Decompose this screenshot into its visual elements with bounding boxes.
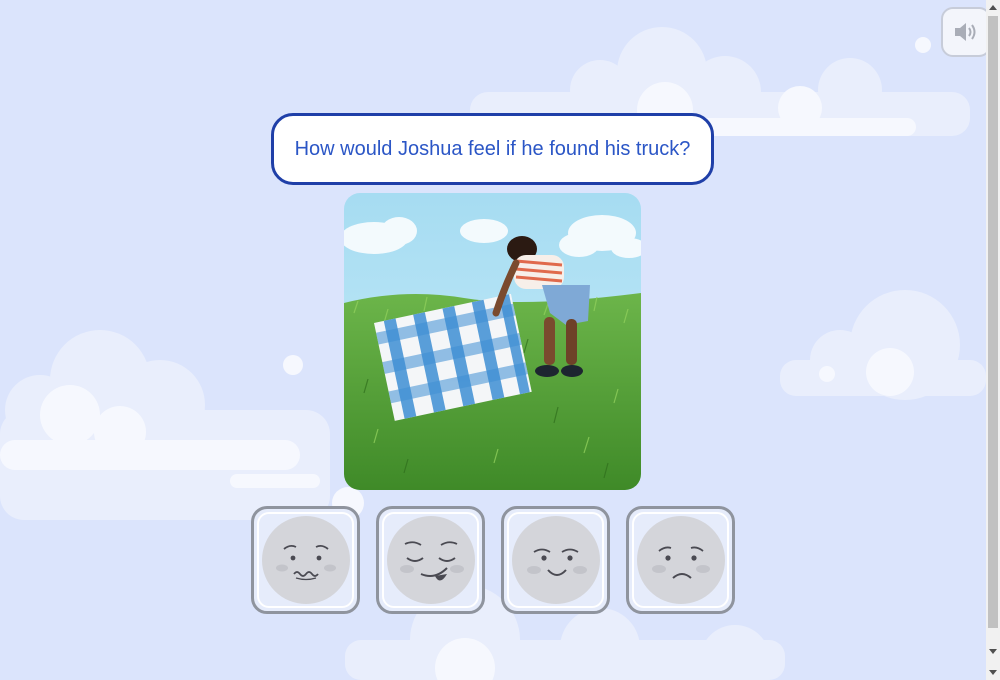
play-audio-button[interactable] xyxy=(941,7,986,57)
scene-picture xyxy=(344,193,641,490)
choice-silly-button[interactable] xyxy=(376,506,485,614)
worried-face-icon xyxy=(261,516,350,604)
sad-face-icon xyxy=(636,516,725,604)
scene-illustration xyxy=(344,193,641,490)
scroll-up-arrow[interactable] xyxy=(986,0,1000,14)
vertical-scrollbar[interactable] xyxy=(986,0,1000,680)
scroll-down-arrow-2[interactable] xyxy=(986,666,1000,680)
scroll-down-arrow[interactable] xyxy=(986,645,1000,659)
chevron-up-icon xyxy=(989,5,997,10)
choice-worried-button[interactable] xyxy=(251,506,360,614)
question-text: How would Joshua feel if he found his tr… xyxy=(294,137,691,160)
speaker-icon xyxy=(955,23,976,41)
silly-face-icon xyxy=(386,516,475,604)
chevron-down-icon xyxy=(989,649,997,654)
chevron-down-icon xyxy=(989,670,997,675)
happy-face-icon xyxy=(511,516,600,604)
choice-sad-button[interactable] xyxy=(626,506,735,614)
question-bubble: How would Joshua feel if he found his tr… xyxy=(271,113,714,185)
activity-stage: How would Joshua feel if he found his tr… xyxy=(0,0,986,680)
scrollbar-thumb[interactable] xyxy=(988,16,998,628)
choice-happy-button[interactable] xyxy=(501,506,610,614)
